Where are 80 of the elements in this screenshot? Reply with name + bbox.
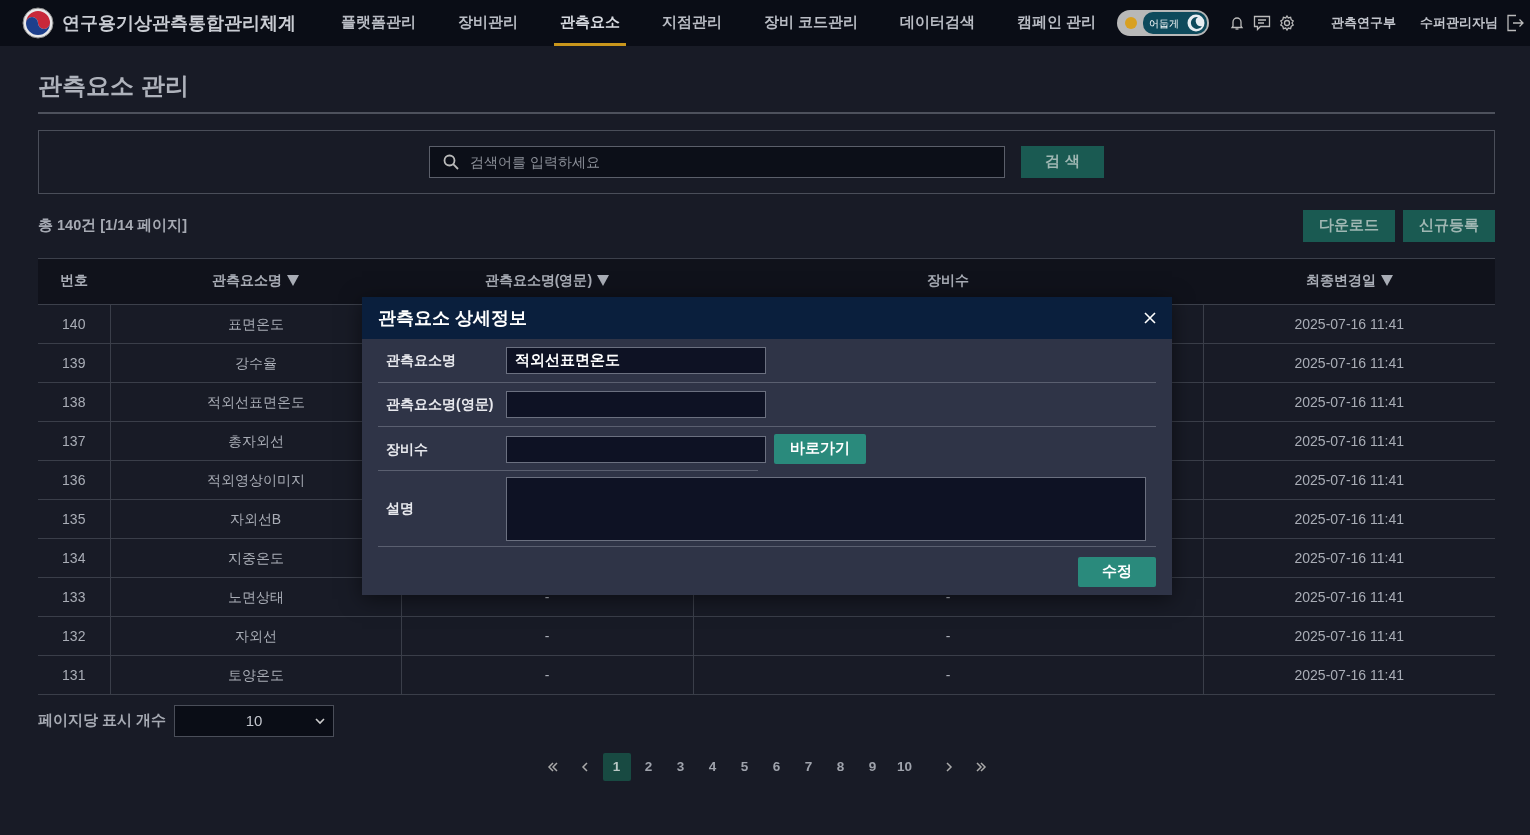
page-size-label: 페이지당 표시 개수 (38, 711, 167, 731)
table-cell: - (693, 655, 1203, 695)
chat-icon[interactable] (1253, 15, 1272, 31)
bell-icon[interactable] (1229, 15, 1246, 31)
text-field[interactable] (506, 391, 766, 418)
table-cell: 2025-07-16 11:41 (1203, 655, 1495, 695)
table-cell: - (401, 616, 693, 656)
table-cell: 2025-07-16 11:41 (1203, 343, 1495, 383)
user-name: 수퍼관리자님 (1420, 14, 1499, 33)
page-link[interactable]: 2 (634, 753, 663, 781)
page-link[interactable]: 10 (890, 753, 919, 781)
page-link[interactable]: 6 (762, 753, 791, 781)
page-link[interactable]: 4 (698, 753, 727, 781)
result-summary: 총 140건 [1/14 페이지] (38, 216, 188, 236)
nav-tab[interactable]: 장비관리 (452, 0, 524, 46)
sun-icon (1123, 15, 1140, 31)
page-size-select[interactable]: 10 (174, 705, 335, 737)
chevron-down-icon (315, 717, 326, 725)
table-cell: 131 (38, 655, 110, 695)
table-cell: - (693, 616, 1203, 656)
nav-tab[interactable]: 지점관리 (656, 0, 728, 46)
table-cell: 133 (38, 577, 110, 617)
text-field[interactable] (506, 435, 766, 463)
table-cell: 137 (38, 421, 110, 461)
edit-button[interactable]: 수정 (1078, 557, 1156, 587)
department-label: 관측연구부 (1331, 14, 1397, 33)
search-button[interactable]: 검 색 (1021, 146, 1104, 178)
table-cell: 2025-07-16 11:41 (1203, 616, 1495, 656)
table-cell: 138 (38, 382, 110, 422)
page-link[interactable]: 7 (794, 753, 823, 781)
column-header[interactable]: 최종변경일 (1203, 258, 1495, 305)
page-link[interactable]: 3 (666, 753, 695, 781)
table-cell: 2025-07-16 11:41 (1203, 460, 1495, 500)
nav-tab[interactable]: 플랫폼관리 (335, 0, 422, 46)
close-icon[interactable] (1144, 312, 1156, 324)
sort-triangle-icon[interactable] (597, 275, 610, 287)
table-cell: 2025-07-16 11:41 (1203, 382, 1495, 422)
page-link[interactable]: 8 (826, 753, 855, 781)
page-link[interactable]: 1 (602, 753, 631, 781)
table-cell: 토양온도 (110, 655, 401, 695)
table-cell: 135 (38, 499, 110, 539)
nav-tab[interactable]: 장비 코드관리 (758, 0, 865, 46)
double-chevron-right-icon[interactable] (974, 761, 987, 773)
double-chevron-left-icon[interactable] (546, 761, 559, 773)
table-cell: 132 (38, 616, 110, 656)
table-cell: 2025-07-16 11:41 (1203, 577, 1495, 617)
column-header[interactable]: 관측요소명 (110, 258, 401, 305)
logout-icon[interactable] (1506, 14, 1525, 32)
page-link[interactable]: 5 (730, 753, 759, 781)
column-header: 번호 (38, 258, 110, 305)
emblem-logo-icon (22, 7, 54, 39)
download-button[interactable]: 다운로드 (1303, 210, 1395, 242)
table-cell: - (401, 655, 693, 695)
table-cell: 2025-07-16 11:41 (1203, 421, 1495, 461)
settings-icon[interactable] (1279, 15, 1296, 31)
search-field[interactable]: 검색어를 입력하세요 (429, 146, 1006, 178)
search-icon (443, 154, 460, 170)
sort-triangle-icon[interactable] (287, 275, 299, 287)
table-cell: 140 (38, 304, 110, 344)
theme-toggle[interactable]: 어둡게 (1117, 10, 1210, 36)
page-title: 관측요소 관리 (38, 68, 1495, 114)
new-register-button[interactable]: 신규등록 (1403, 210, 1495, 242)
table-cell: 134 (38, 538, 110, 578)
app-title: 연구용기상관측통합관리체계 (62, 11, 296, 35)
nav-tab[interactable]: 캠페인 관리 (1011, 0, 1103, 46)
table-cell: 2025-07-16 11:41 (1203, 538, 1495, 578)
table-cell: 2025-07-16 11:41 (1203, 499, 1495, 539)
nav-tab[interactable]: 관측요소 (554, 0, 626, 46)
table-cell: 자외선 (110, 616, 401, 656)
page-link[interactable]: 9 (858, 753, 887, 781)
table-cell: 136 (38, 460, 110, 500)
text-field[interactable]: 적외선표면온도 (506, 347, 766, 374)
nav-tab[interactable]: 데이터검색 (894, 0, 982, 46)
moon-icon (1187, 14, 1206, 32)
table-cell: 2025-07-16 11:41 (1203, 304, 1495, 344)
go-button[interactable]: 바로가기 (774, 434, 866, 464)
description-field[interactable] (506, 476, 1146, 541)
sort-triangle-icon[interactable] (1380, 275, 1393, 287)
theme-label: 어둡게 (1149, 16, 1180, 31)
table-cell: 139 (38, 343, 110, 383)
